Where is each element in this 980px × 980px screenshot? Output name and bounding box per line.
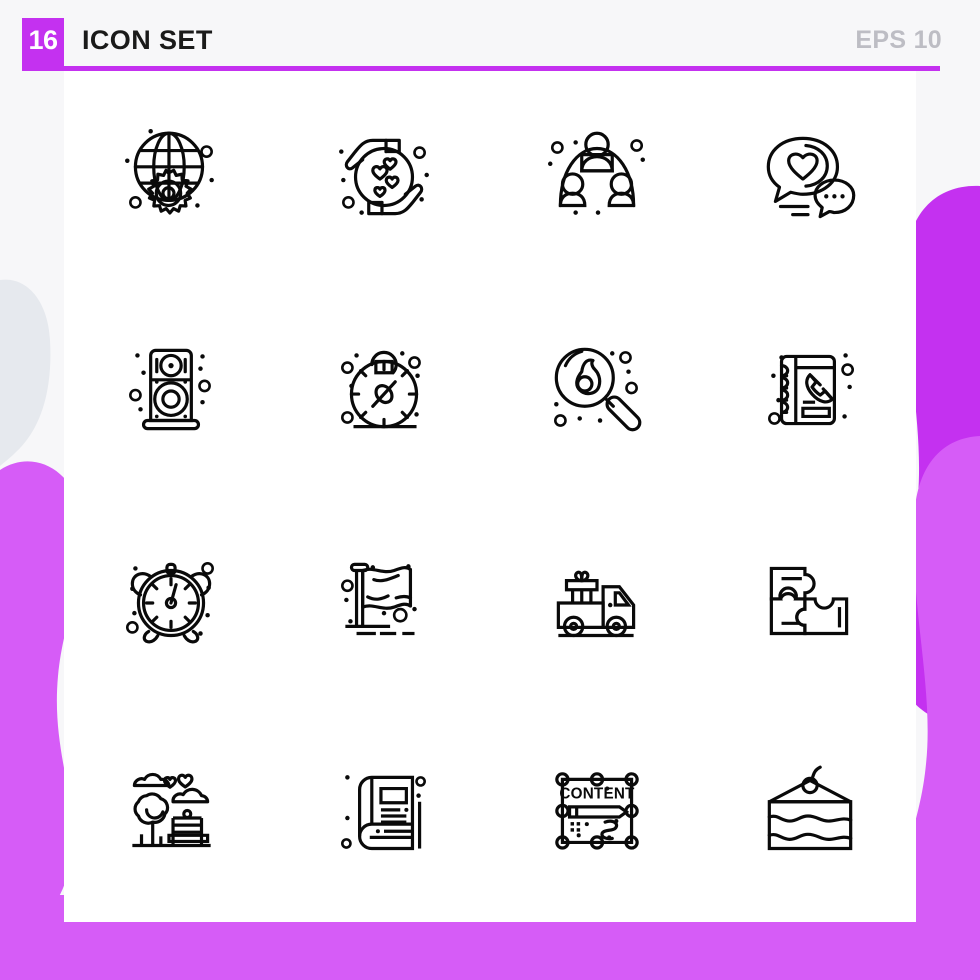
icon-cell-4[interactable] <box>703 70 916 283</box>
icon-cell-12[interactable] <box>703 496 916 709</box>
icon-cell-15[interactable]: CONTENT <box>490 709 703 922</box>
team-group-icon <box>547 116 645 215</box>
icon-cell-13[interactable] <box>64 709 277 922</box>
icon-cell-3[interactable] <box>490 70 703 283</box>
icon-cell-8[interactable] <box>703 283 916 496</box>
header-bar: 16 ICON SET EPS 10 <box>0 0 980 71</box>
flag-pole-icon <box>323 542 417 664</box>
phone-book-icon <box>749 352 871 451</box>
global-settings-icon <box>124 128 214 238</box>
icon-count-badge: 16 <box>22 18 64 66</box>
icon-cell-1[interactable] <box>64 70 277 283</box>
content-edit-icon: CONTENT <box>536 755 658 877</box>
gift-delivery-truck-icon <box>536 542 658 664</box>
chat-heart-icon <box>749 116 871 238</box>
cake-slice-icon <box>749 755 871 877</box>
icon-cell-14[interactable] <box>277 709 490 922</box>
header-divider-rule <box>22 66 940 71</box>
blob-grey-left <box>0 279 51 466</box>
icon-cell-10[interactable] <box>277 496 490 709</box>
icon-cell-11[interactable] <box>490 496 703 709</box>
icon-cell-9[interactable] <box>64 496 277 709</box>
loudspeaker-icon <box>110 329 232 451</box>
icon-grid: CONTENT <box>64 70 916 922</box>
icon-cell-6[interactable] <box>277 283 490 496</box>
hands-care-hearts-icon <box>338 116 429 238</box>
eps-version-label: EPS 10 <box>855 26 942 54</box>
icon-cell-5[interactable] <box>64 283 277 496</box>
park-bench-tree-icon <box>110 755 232 877</box>
page-title: ICON SET <box>82 25 213 55</box>
icon-sheet: CONTENT <box>64 70 916 922</box>
book-icon <box>323 774 445 877</box>
microscope-search-icon <box>536 329 658 451</box>
icon-cell-7[interactable] <box>490 283 703 496</box>
alarm-clock-icon <box>110 542 232 664</box>
content-icon-label: CONTENT <box>559 785 635 802</box>
icon-cell-16[interactable] <box>703 709 916 922</box>
pocket-compass-icon <box>323 329 445 451</box>
icon-cell-2[interactable] <box>277 70 490 283</box>
puzzle-pieces-icon <box>749 542 871 664</box>
